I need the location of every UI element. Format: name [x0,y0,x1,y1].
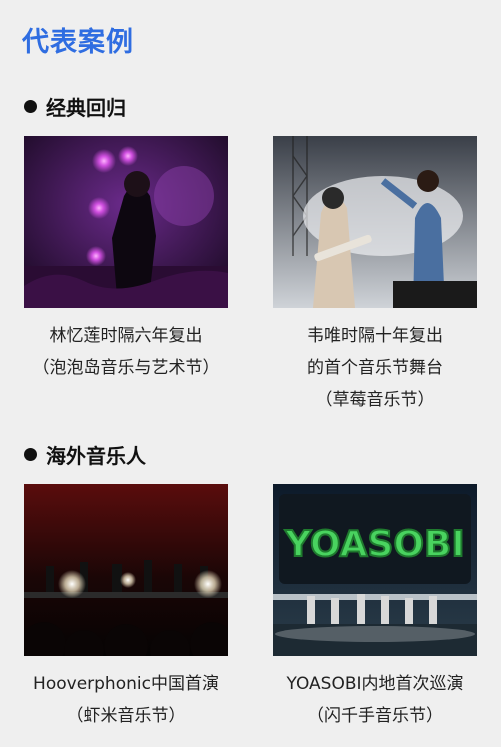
case-card-wei-wei[interactable]: 韦唯时隔十年复出 的首个音乐节舞台 （草莓音乐节） [273,136,477,416]
page-title: 代表案例 [22,27,134,58]
yoasobi-banner-text: YOASOBI [284,524,465,565]
case-photo-hooverphonic[interactable] [24,484,228,656]
caption-line: YOASOBI内地首次巡演 [286,674,464,694]
caption-line: （虾米音乐节） [66,706,186,726]
case-caption: 林忆莲时隔六年复出 （泡泡岛音乐与艺术节） [24,320,228,384]
section-heading-overseas-musicians: 海外音乐人 [24,440,146,469]
case-photo-lin-yilian[interactable] [24,136,228,308]
case-card-hooverphonic[interactable]: Hooverphonic中国首演 （虾米音乐节） [24,484,228,732]
caption-line: （闪千手音乐节） [307,706,443,726]
case-photo-wei-wei[interactable] [273,136,477,308]
section-heading-label: 经典回归 [46,96,126,120]
caption-line: Hooverphonic中国首演 [33,674,219,694]
case-caption: YOASOBI内地首次巡演 （闪千手音乐节） [273,668,477,732]
bullet-icon [24,100,37,113]
case-card-lin-yilian[interactable]: 林忆莲时隔六年复出 （泡泡岛音乐与艺术节） [24,136,228,384]
case-caption: Hooverphonic中国首演 （虾米音乐节） [24,668,228,732]
caption-line: 林忆莲时隔六年复出 [49,326,203,346]
caption-line: 韦唯时隔十年复出 [307,326,443,346]
caption-line: （泡泡岛音乐与艺术节） [32,358,220,378]
section-heading-label: 海外音乐人 [46,444,146,468]
case-card-yoasobi[interactable]: YOASOBI YOASOBI内地首次巡演 （闪千手音乐节） [273,484,477,732]
caption-line: （草莓音乐节） [315,390,435,410]
case-caption: 韦唯时隔十年复出 的首个音乐节舞台 （草莓音乐节） [273,320,477,416]
caption-line: 的首个音乐节舞台 [307,358,443,378]
case-photo-yoasobi[interactable]: YOASOBI [273,484,477,656]
section-heading-classic-return: 经典回归 [24,92,126,121]
bullet-icon [24,448,37,461]
